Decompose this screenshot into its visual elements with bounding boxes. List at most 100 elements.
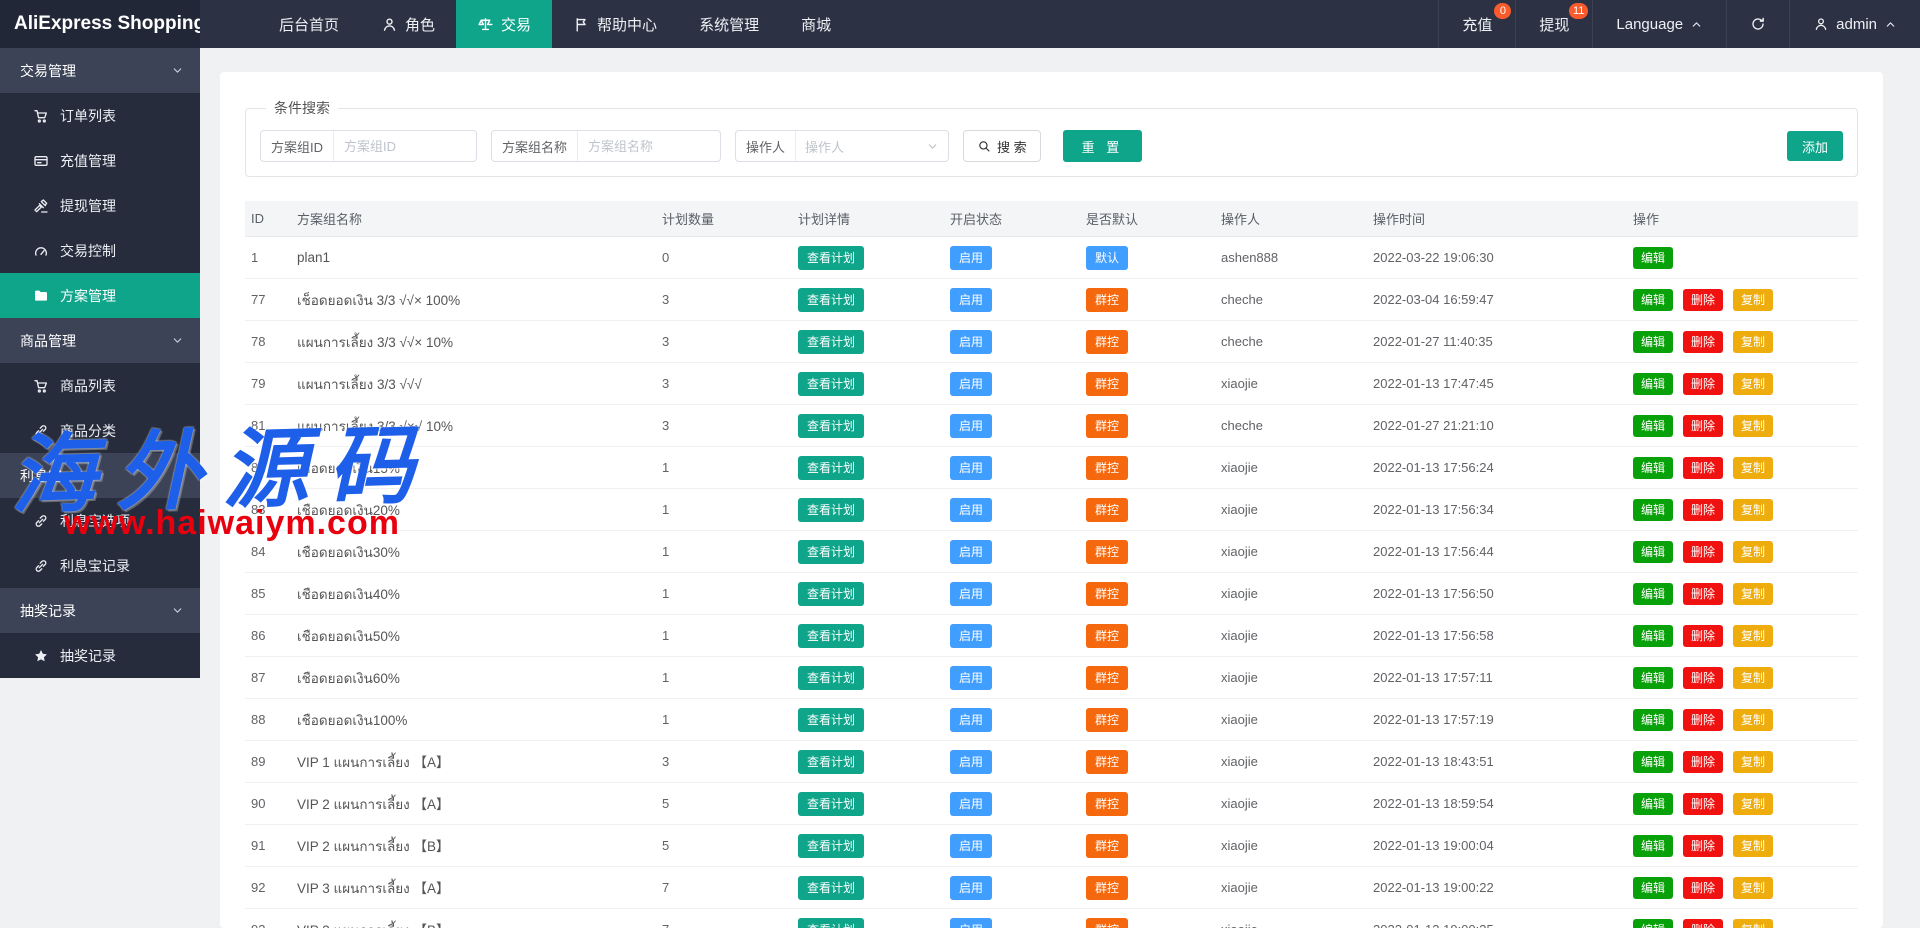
edit-button[interactable]: 编辑 [1633,415,1673,437]
sidebar-group-header[interactable]: 交易管理 [0,48,200,93]
copy-button[interactable]: 复制 [1733,289,1773,311]
copy-button[interactable]: 复制 [1733,541,1773,563]
copy-button[interactable]: 复制 [1733,625,1773,647]
enabled-badge[interactable]: 启用 [950,792,992,816]
delete-button[interactable]: 删除 [1683,835,1723,857]
edit-button[interactable]: 编辑 [1633,667,1673,689]
copy-button[interactable]: 复制 [1733,877,1773,899]
sidebar-item[interactable]: 方案管理 [0,273,200,318]
enabled-badge[interactable]: 启用 [950,330,992,354]
sidebar-item[interactable]: 商品列表 [0,363,200,408]
default-badge[interactable]: 群控 [1086,330,1128,354]
enabled-badge[interactable]: 启用 [950,540,992,564]
delete-button[interactable]: 删除 [1683,919,1723,928]
default-badge[interactable]: 群控 [1086,582,1128,606]
user-menu[interactable]: admin [1789,0,1920,48]
delete-button[interactable]: 删除 [1683,373,1723,395]
add-button[interactable]: 添加 [1787,131,1843,161]
enabled-badge[interactable]: 启用 [950,666,992,690]
edit-button[interactable]: 编辑 [1633,709,1673,731]
default-badge[interactable]: 群控 [1086,624,1128,648]
view-plan-button[interactable]: 查看计划 [798,330,864,354]
default-badge[interactable]: 群控 [1086,792,1128,816]
sidebar-item[interactable]: 利息宝选项 [0,498,200,543]
enabled-badge[interactable]: 启用 [950,624,992,648]
delete-button[interactable]: 删除 [1683,793,1723,815]
view-plan-button[interactable]: 查看计划 [798,288,864,312]
view-plan-button[interactable]: 查看计划 [798,498,864,522]
delete-button[interactable]: 删除 [1683,415,1723,437]
default-badge[interactable]: 群控 [1086,834,1128,858]
sidebar-item[interactable]: 提现管理 [0,183,200,228]
copy-button[interactable]: 复制 [1733,331,1773,353]
language-dropdown[interactable]: Language [1592,0,1726,48]
enabled-badge[interactable]: 启用 [950,750,992,774]
copy-button[interactable]: 复制 [1733,835,1773,857]
view-plan-button[interactable]: 查看计划 [798,540,864,564]
copy-button[interactable]: 复制 [1733,499,1773,521]
view-plan-button[interactable]: 查看计划 [798,456,864,480]
enabled-badge[interactable]: 启用 [950,288,992,312]
view-plan-button[interactable]: 查看计划 [798,372,864,396]
default-badge[interactable]: 默认 [1086,246,1128,270]
sidebar-item[interactable]: 抽奖记录 [0,633,200,678]
edit-button[interactable]: 编辑 [1633,793,1673,815]
default-badge[interactable]: 群控 [1086,918,1128,928]
default-badge[interactable]: 群控 [1086,876,1128,900]
enabled-badge[interactable]: 启用 [950,582,992,606]
topbar-menu-item[interactable]: 帮助中心 [552,0,678,48]
default-badge[interactable]: 群控 [1086,540,1128,564]
delete-button[interactable]: 删除 [1683,877,1723,899]
enabled-badge[interactable]: 启用 [950,876,992,900]
enabled-badge[interactable]: 启用 [950,372,992,396]
topbar-menu-item[interactable]: 后台首页 [258,0,360,48]
delete-button[interactable]: 删除 [1683,289,1723,311]
withdraw-button[interactable]: 提现 11 [1515,0,1592,48]
topbar-menu-item[interactable]: 交易 [456,0,552,48]
copy-button[interactable]: 复制 [1733,709,1773,731]
sidebar-item[interactable]: 订单列表 [0,93,200,138]
sidebar-item[interactable]: 交易控制 [0,228,200,273]
enabled-badge[interactable]: 启用 [950,918,992,928]
sidebar-item[interactable]: 充值管理 [0,138,200,183]
copy-button[interactable]: 复制 [1733,667,1773,689]
default-badge[interactable]: 群控 [1086,456,1128,480]
sidebar-group-header[interactable]: 商品管理 [0,318,200,363]
view-plan-button[interactable]: 查看计划 [798,750,864,774]
copy-button[interactable]: 复制 [1733,373,1773,395]
default-badge[interactable]: 群控 [1086,666,1128,690]
default-badge[interactable]: 群控 [1086,288,1128,312]
sidebar-group-header[interactable]: 抽奖记录 [0,588,200,633]
copy-button[interactable]: 复制 [1733,751,1773,773]
copy-button[interactable]: 复制 [1733,457,1773,479]
view-plan-button[interactable]: 查看计划 [798,876,864,900]
recharge-button[interactable]: 充值 0 [1438,0,1515,48]
view-plan-button[interactable]: 查看计划 [798,792,864,816]
edit-button[interactable]: 编辑 [1633,583,1673,605]
view-plan-button[interactable]: 查看计划 [798,834,864,858]
edit-button[interactable]: 编辑 [1633,457,1673,479]
topbar-menu-item[interactable]: 角色 [360,0,456,48]
sidebar-toggle-button[interactable] [200,0,258,48]
copy-button[interactable]: 复制 [1733,919,1773,928]
edit-button[interactable]: 编辑 [1633,499,1673,521]
enabled-badge[interactable]: 启用 [950,456,992,480]
edit-button[interactable]: 编辑 [1633,919,1673,928]
default-badge[interactable]: 群控 [1086,414,1128,438]
sidebar-item[interactable]: 商品分类 [0,408,200,453]
edit-button[interactable]: 编辑 [1633,289,1673,311]
edit-button[interactable]: 编辑 [1633,247,1673,269]
delete-button[interactable]: 删除 [1683,751,1723,773]
sidebar-item[interactable]: 利息宝记录 [0,543,200,588]
enabled-badge[interactable]: 启用 [950,246,992,270]
enabled-badge[interactable]: 启用 [950,834,992,858]
view-plan-button[interactable]: 查看计划 [798,666,864,690]
edit-button[interactable]: 编辑 [1633,541,1673,563]
delete-button[interactable]: 删除 [1683,667,1723,689]
refresh-button[interactable] [1726,0,1789,48]
search-input[interactable] [334,131,476,161]
enabled-badge[interactable]: 启用 [950,708,992,732]
delete-button[interactable]: 删除 [1683,499,1723,521]
edit-button[interactable]: 编辑 [1633,331,1673,353]
view-plan-button[interactable]: 查看计划 [798,582,864,606]
